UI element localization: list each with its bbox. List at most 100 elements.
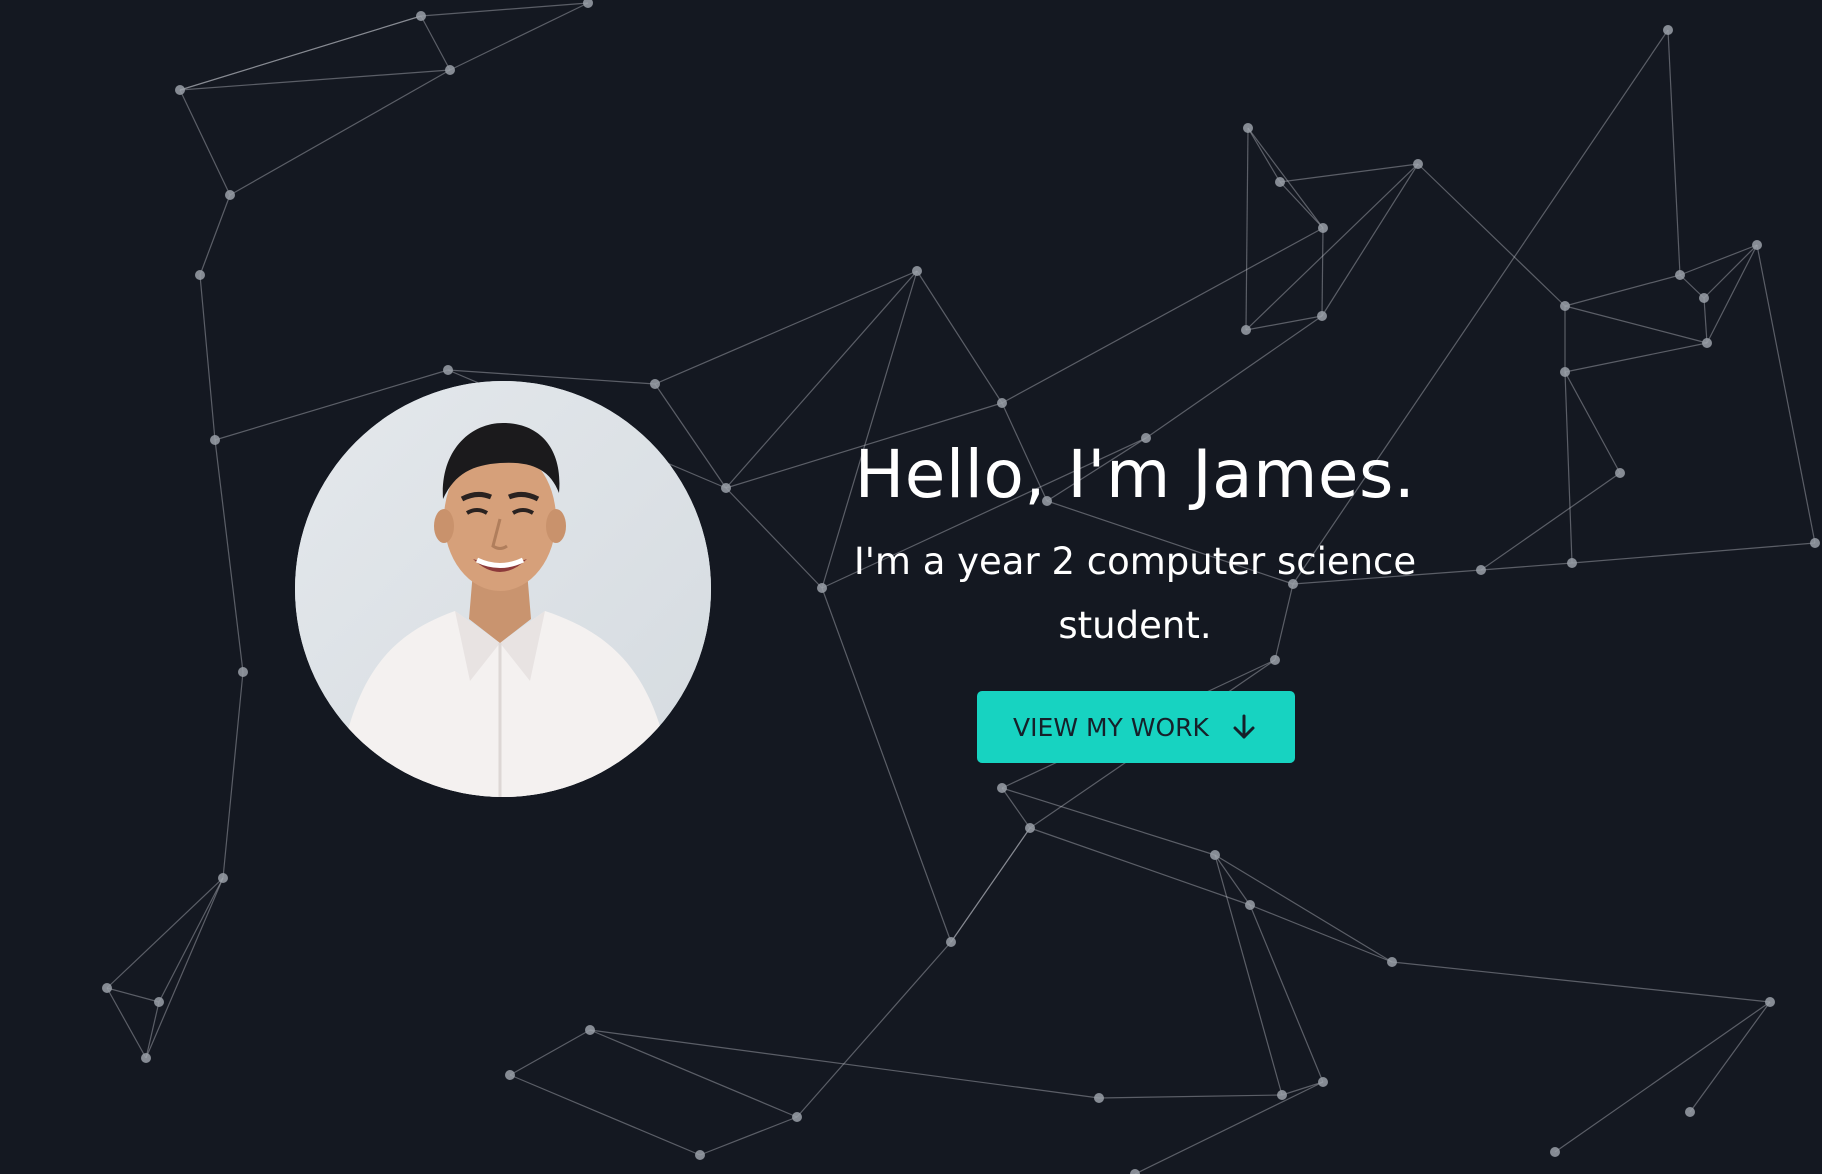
network-edge: [654, 270, 918, 385]
network-edge: [1480, 472, 1621, 571]
network-edge: [449, 2, 589, 71]
network-edge: [1480, 562, 1573, 571]
network-edge: [1214, 854, 1393, 963]
hero-tagline: I'm a year 2 computer science student.: [853, 540, 1417, 647]
network-node: [505, 1070, 515, 1080]
network-node: [792, 1112, 802, 1122]
network-node: [585, 1025, 595, 1035]
network-edge: [1706, 244, 1758, 344]
network-node: [1675, 270, 1685, 280]
network-edge: [1703, 297, 1708, 344]
network-node: [1663, 25, 1673, 35]
network-edge: [1554, 1001, 1771, 1153]
network-edge: [1679, 244, 1758, 276]
network-node: [1245, 900, 1255, 910]
network-node: [1615, 468, 1625, 478]
network-node: [1413, 159, 1423, 169]
view-my-work-button[interactable]: VIEW MY WORK: [977, 691, 1295, 763]
network-node: [443, 365, 453, 375]
network-node: [1318, 1077, 1328, 1087]
network-edge: [1281, 1081, 1324, 1096]
network-edge: [589, 1029, 798, 1118]
network-edge: [1247, 127, 1281, 183]
network-node: [583, 0, 593, 8]
network-node: [1094, 1093, 1104, 1103]
network-node: [1243, 123, 1253, 133]
network-node: [912, 266, 922, 276]
hero-section: Hello, I'm James. I'm a year 2 computer …: [0, 0, 1822, 1174]
network-edge: [699, 1116, 798, 1156]
network-edge: [145, 877, 224, 1059]
network-edge: [1321, 227, 1324, 317]
network-node: [1550, 1147, 1560, 1157]
network-node: [175, 85, 185, 95]
network-edge: [145, 1001, 160, 1059]
network-edge: [1564, 371, 1573, 564]
network-edge: [589, 1029, 1100, 1099]
network-node: [1025, 823, 1035, 833]
network-edge: [1391, 961, 1771, 1003]
network-node: [721, 483, 731, 493]
network-node: [1130, 1169, 1140, 1174]
view-my-work-label: VIEW MY WORK: [1013, 712, 1209, 742]
network-edge: [106, 987, 160, 1003]
network-edge: [1245, 315, 1323, 331]
network-node: [1560, 367, 1570, 377]
network-node: [1702, 338, 1712, 348]
intro-block: Hello, I'm James. I'm a year 2 computer …: [780, 420, 1490, 658]
network-node: [1560, 301, 1570, 311]
network-edge: [950, 827, 1031, 943]
network-node: [1810, 538, 1820, 548]
network-edge: [222, 671, 244, 879]
network-edge: [158, 877, 224, 1003]
network-node: [218, 873, 228, 883]
network-edge: [1249, 904, 1324, 1083]
network-edge: [1564, 342, 1708, 373]
network-edge: [1564, 371, 1621, 474]
network-node: [141, 1053, 151, 1063]
network-edge: [1703, 244, 1758, 299]
network-edge: [420, 15, 451, 71]
network-edge: [1098, 1094, 1283, 1099]
network-edge: [179, 15, 422, 91]
network-node: [1275, 177, 1285, 187]
network-edge: [1245, 163, 1419, 331]
hero-greeting: Hello, I'm James.: [854, 436, 1416, 513]
network-edge: [1214, 854, 1283, 1096]
network-node: [154, 997, 164, 1007]
network-edge: [199, 274, 216, 441]
network-node: [1318, 223, 1328, 233]
network-node: [1210, 850, 1220, 860]
network-node: [1685, 1107, 1695, 1117]
network-edge: [1001, 787, 1031, 829]
network-edge: [796, 941, 952, 1118]
network-edge: [1245, 127, 1249, 331]
network-node: [225, 190, 235, 200]
arrow-down-icon: [1229, 712, 1259, 742]
network-node: [1317, 311, 1327, 321]
network-node: [445, 65, 455, 75]
network-edge: [106, 987, 147, 1059]
network-edge: [1001, 787, 1216, 856]
network-edge: [229, 69, 451, 196]
network-edge: [214, 439, 244, 673]
network-edge: [1564, 274, 1681, 307]
network-edge: [1001, 227, 1324, 404]
network-node: [102, 983, 112, 993]
network-node: [1387, 957, 1397, 967]
network-node: [238, 667, 248, 677]
network-node: [1752, 240, 1762, 250]
network-edge: [106, 877, 224, 989]
network-node: [416, 11, 426, 21]
network-edge: [1667, 29, 1681, 276]
network-node: [997, 398, 1007, 408]
network-node: [195, 270, 205, 280]
network-edge: [1249, 904, 1393, 963]
network-node: [1765, 997, 1775, 1007]
network-edge: [1214, 854, 1251, 906]
network-node: [1567, 558, 1577, 568]
network-edge: [199, 194, 231, 276]
network-edge: [509, 1029, 591, 1076]
network-edge: [1571, 542, 1816, 564]
network-edge: [1417, 163, 1566, 307]
